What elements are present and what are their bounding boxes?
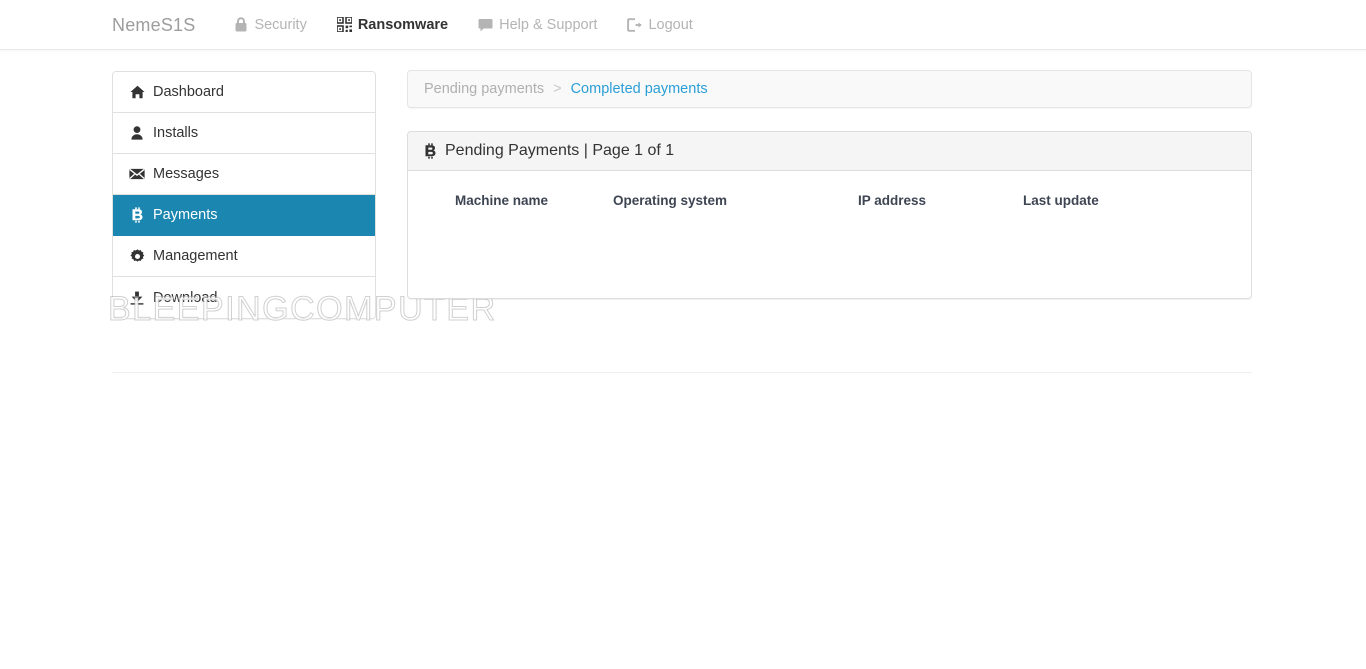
table-header-row: Machine name Operating system IP address… bbox=[408, 171, 1251, 220]
column-header-last-update: Last update bbox=[1023, 193, 1099, 208]
qrcode-icon bbox=[336, 17, 352, 32]
nav-item-ransomware[interactable]: Ransomware bbox=[322, 0, 463, 50]
home-icon bbox=[129, 85, 145, 99]
breadcrumb: Pending payments > Completed payments bbox=[407, 70, 1252, 108]
breadcrumb-link-completed-payments[interactable]: Completed payments bbox=[571, 81, 708, 97]
sidebar-item-management[interactable]: Management bbox=[113, 236, 375, 277]
panel-title: Pending Payments | Page 1 of 1 bbox=[445, 142, 675, 159]
top-navbar: NemeS1S Security Ransomware Help & Suppo… bbox=[0, 0, 1366, 50]
sign-out-icon bbox=[627, 17, 642, 32]
nav-item-label: Security bbox=[254, 16, 307, 33]
nav-item-help-support[interactable]: Help & Support bbox=[463, 0, 612, 50]
sidebar-item-label: Management bbox=[153, 248, 238, 264]
payments-table-head: Machine name Operating system IP address… bbox=[408, 171, 1251, 220]
sidebar-item-label: Payments bbox=[153, 207, 218, 223]
sidebar-item-installs[interactable]: Installs bbox=[113, 113, 375, 154]
sidebar-item-label: Installs bbox=[153, 125, 199, 141]
sidebar-item-label: Messages bbox=[153, 166, 220, 182]
envelope-icon bbox=[129, 168, 145, 180]
nav-item-label: Ransomware bbox=[357, 16, 449, 33]
sidebar-item-dashboard[interactable]: Dashboard bbox=[113, 72, 375, 113]
gear-icon bbox=[129, 248, 145, 264]
column-header-ip-address: IP address bbox=[858, 193, 927, 208]
column-header-machine-name: Machine name bbox=[455, 193, 549, 208]
navbar-items: Security Ransomware Help & Support Logou… bbox=[219, 0, 707, 50]
footer-divider bbox=[112, 372, 1252, 373]
payments-table: Machine name Operating system IP address… bbox=[408, 171, 1251, 220]
nav-item-logout[interactable]: Logout bbox=[612, 0, 707, 50]
nav-item-label: Help & Support bbox=[499, 16, 598, 33]
user-icon bbox=[129, 126, 145, 140]
comment-icon bbox=[478, 18, 493, 32]
bitcoin-icon bbox=[129, 207, 145, 223]
column-header-operating-system: Operating system bbox=[613, 193, 728, 208]
sidebar-item-download[interactable]: Download bbox=[113, 277, 375, 318]
breadcrumb-separator: > bbox=[553, 81, 562, 97]
download-icon bbox=[129, 291, 145, 305]
page-wrapper: Dashboard Installs Messages Payments Man… bbox=[0, 50, 1366, 669]
sidebar-item-messages[interactable]: Messages bbox=[113, 154, 375, 195]
panel-body: Machine name Operating system IP address… bbox=[408, 171, 1251, 298]
bitcoin-icon bbox=[424, 143, 437, 159]
main-content: Pending payments > Completed payments Pe… bbox=[407, 70, 1252, 299]
panel-header: Pending Payments | Page 1 of 1 bbox=[408, 132, 1251, 171]
brand-logo[interactable]: NemeS1S bbox=[112, 0, 195, 50]
sidebar-item-label: Dashboard bbox=[153, 84, 224, 100]
nav-item-label: Logout bbox=[648, 16, 693, 33]
pending-payments-panel: Pending Payments | Page 1 of 1 Machine n… bbox=[407, 131, 1252, 299]
nav-item-security[interactable]: Security bbox=[219, 0, 321, 50]
sidebar-item-payments[interactable]: Payments bbox=[113, 195, 375, 236]
lock-icon bbox=[234, 16, 248, 33]
breadcrumb-current: Pending payments bbox=[424, 81, 545, 97]
sidebar-item-label: Download bbox=[153, 289, 218, 306]
sidebar-menu: Dashboard Installs Messages Payments Man… bbox=[112, 71, 376, 319]
